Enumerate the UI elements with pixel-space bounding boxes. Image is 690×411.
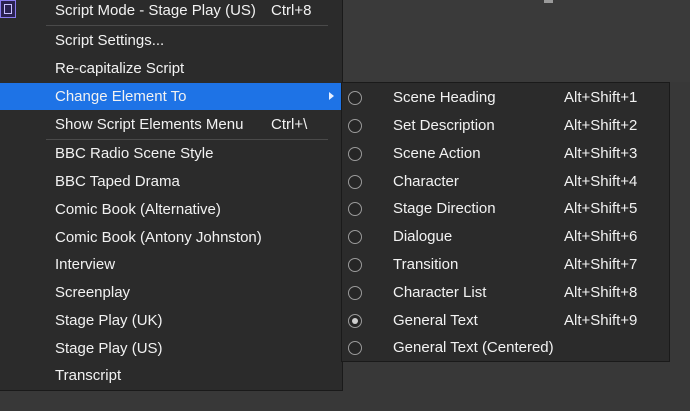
- submenu-item-label: Transition: [393, 256, 459, 273]
- menu-item-stage-play-uk[interactable]: Stage Play (UK): [0, 307, 342, 334]
- submenu-item-label: Character: [393, 173, 459, 190]
- menu-item-transcript[interactable]: Transcript: [0, 362, 342, 389]
- submenu-item-shortcut: Alt+Shift+1: [564, 89, 638, 106]
- submenu-item-shortcut: Alt+Shift+8: [564, 284, 638, 301]
- submenu-item-stage-direction[interactable]: Stage Direction Alt+Shift+5: [342, 195, 669, 223]
- submenu-item-label: Scene Heading: [393, 89, 496, 106]
- menu-item-label: Re-capitalize Script: [55, 60, 185, 77]
- menu-separator: [46, 25, 328, 26]
- submenu-item-shortcut: Alt+Shift+3: [564, 145, 638, 162]
- submenu-item-label: General Text (Centered): [393, 339, 554, 356]
- submenu-item-label: Scene Action: [393, 145, 481, 162]
- radio-icon: [348, 91, 362, 105]
- submenu-item-shortcut: Alt+Shift+2: [564, 117, 638, 134]
- submenu-item-shortcut: Alt+Shift+7: [564, 256, 638, 273]
- menu-item-screenplay[interactable]: Screenplay: [0, 279, 342, 306]
- menu-item-label: Stage Play (UK): [55, 312, 163, 329]
- radio-checked-icon: [348, 314, 362, 328]
- menu-item-label: Screenplay: [55, 284, 131, 301]
- menu-item-script-mode[interactable]: Script Mode - Stage Play (US) Ctrl+8: [0, 0, 342, 24]
- radio-icon: [348, 286, 362, 300]
- submenu-item-general-text[interactable]: General Text Alt+Shift+9: [342, 307, 669, 335]
- radio-icon: [348, 230, 362, 244]
- submenu-item-label: General Text: [393, 312, 478, 329]
- submenu-item-character-list[interactable]: Character List Alt+Shift+8: [342, 279, 669, 307]
- submenu-arrow-icon: [329, 92, 334, 100]
- submenu-item-label: Character List: [393, 284, 487, 301]
- menu-item-script-settings[interactable]: Script Settings...: [0, 27, 342, 54]
- submenu-item-label: Set Description: [393, 117, 495, 134]
- submenu-item-set-description[interactable]: Set Description Alt+Shift+2: [342, 112, 669, 140]
- menu-item-label: Transcript: [55, 367, 122, 384]
- menu-item-label: Change Element To: [55, 88, 187, 105]
- radio-icon: [348, 119, 362, 133]
- menu-item-comic-book-alternative[interactable]: Comic Book (Alternative): [0, 196, 342, 223]
- radio-icon: [348, 258, 362, 272]
- submenu-item-dialogue[interactable]: Dialogue Alt+Shift+6: [342, 223, 669, 251]
- menu-item-show-script-elements-menu[interactable]: Show Script Elements Menu Ctrl+\: [0, 111, 342, 138]
- format-menu: Script Mode - Stage Play (US) Ctrl+8 Scr…: [0, 0, 343, 391]
- submenu-item-scene-action[interactable]: Scene Action Alt+Shift+3: [342, 140, 669, 168]
- menu-item-shortcut: Ctrl+8: [271, 2, 312, 19]
- menu-item-label: Script Settings...: [55, 32, 165, 49]
- submenu-item-shortcut: Alt+Shift+5: [564, 200, 638, 217]
- submenu-item-label: Dialogue: [393, 228, 453, 245]
- menu-item-bbc-taped-drama[interactable]: BBC Taped Drama: [0, 168, 342, 195]
- menu-item-label: BBC Radio Scene Style: [55, 145, 214, 162]
- menu-item-stage-play-us[interactable]: Stage Play (US): [0, 335, 342, 362]
- menu-item-shortcut: Ctrl+\: [271, 116, 308, 133]
- submenu-item-shortcut: Alt+Shift+6: [564, 228, 638, 245]
- scrollbar-thumb[interactable]: [544, 0, 553, 3]
- menu-item-comic-book-antony-johnston[interactable]: Comic Book (Antony Johnston): [0, 224, 342, 251]
- radio-icon: [348, 202, 362, 216]
- submenu-item-label: Stage Direction: [393, 200, 496, 217]
- submenu-item-scene-heading[interactable]: Scene Heading Alt+Shift+1: [342, 84, 669, 112]
- menu-item-label: Show Script Elements Menu: [55, 116, 244, 133]
- menu-item-label: Script Mode - Stage Play (US): [55, 2, 256, 19]
- menu-item-label: Comic Book (Alternative): [55, 201, 221, 218]
- menu-item-label: BBC Taped Drama: [55, 173, 180, 190]
- menu-item-change-element-to[interactable]: Change Element To: [0, 83, 342, 110]
- submenu-item-shortcut: Alt+Shift+9: [564, 312, 638, 329]
- submenu-item-character[interactable]: Character Alt+Shift+4: [342, 168, 669, 196]
- menu-item-bbc-radio-scene-style[interactable]: BBC Radio Scene Style: [0, 140, 342, 167]
- menu-item-label: Stage Play (US): [55, 340, 163, 357]
- submenu-item-general-text-centered[interactable]: General Text (Centered): [342, 334, 669, 362]
- menu-item-label: Comic Book (Antony Johnston): [55, 229, 262, 246]
- background-panel: [342, 0, 690, 82]
- change-element-submenu: Scene Heading Alt+Shift+1 Set Descriptio…: [341, 82, 670, 362]
- menu-item-recapitalize-script[interactable]: Re-capitalize Script: [0, 55, 342, 82]
- menu-item-label: Interview: [55, 256, 116, 273]
- radio-icon: [348, 341, 362, 355]
- submenu-item-transition[interactable]: Transition Alt+Shift+7: [342, 251, 669, 279]
- submenu-item-shortcut: Alt+Shift+4: [564, 173, 638, 190]
- menu-item-interview[interactable]: Interview: [0, 251, 342, 278]
- radio-icon: [348, 175, 362, 189]
- radio-icon: [348, 147, 362, 161]
